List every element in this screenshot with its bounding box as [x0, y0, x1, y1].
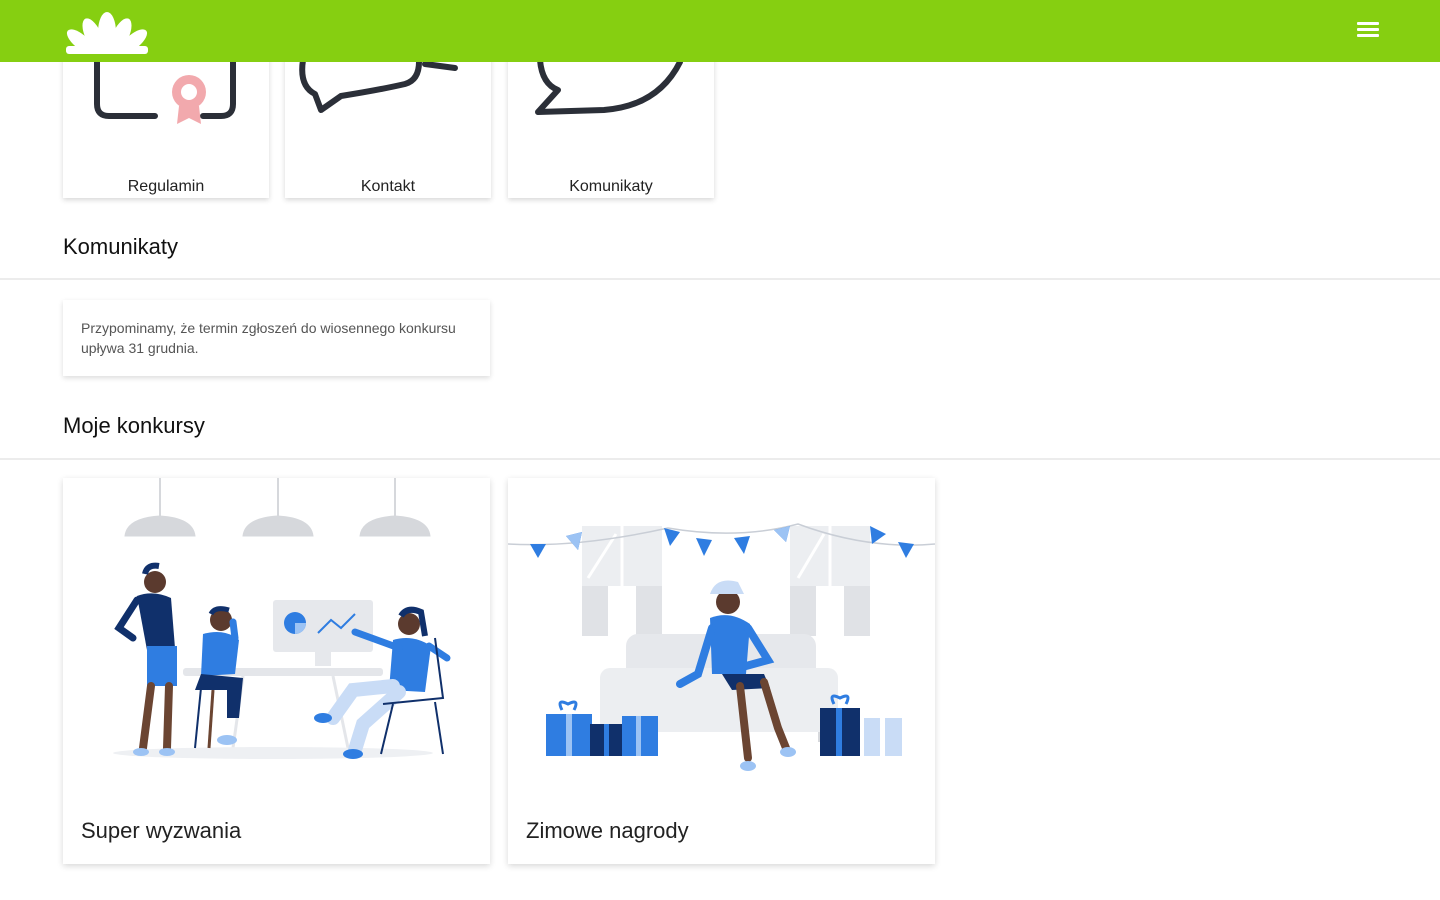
divider: [0, 278, 1440, 280]
section-title-moje-konkursy: Moje konkursy: [63, 413, 205, 438]
flower-logo-icon[interactable]: [62, 8, 152, 56]
tile-label: Regulamin: [127, 178, 205, 195]
contest-title: Super wyzwania: [81, 818, 242, 843]
contest-card-zimowe-nagrody[interactable]: Zimowe nagrody: [508, 478, 935, 864]
team-meeting-illustration: [113, 478, 451, 759]
hamburger-menu-icon[interactable]: [1354, 22, 1382, 44]
divider: [0, 458, 1440, 460]
tile-label: Komunikaty: [569, 178, 653, 195]
announcement-text: Przypominamy, że termin zgłoszeń do wios…: [81, 320, 456, 356]
announcement-card[interactable]: Przypominamy, że termin zgłoszeń do wios…: [63, 300, 490, 376]
section-title-komunikaty: Komunikaty: [63, 234, 178, 259]
contest-card-super-wyzwania[interactable]: Super wyzwania: [63, 478, 490, 864]
tile-label: Kontakt: [360, 178, 416, 195]
party-gifts-illustration: [508, 523, 935, 771]
contest-title: Zimowe nagrody: [526, 818, 689, 843]
app-header: [0, 0, 1440, 62]
